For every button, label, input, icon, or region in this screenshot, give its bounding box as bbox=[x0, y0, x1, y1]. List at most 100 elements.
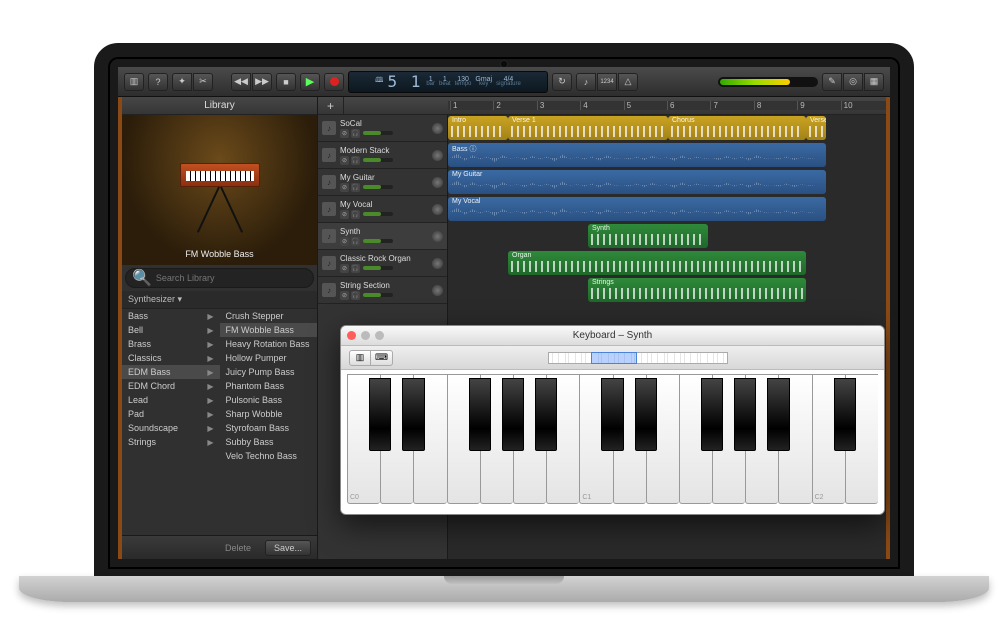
mute-button[interactable]: ⊘ bbox=[340, 210, 349, 219]
category-item[interactable]: Lead▶ bbox=[122, 393, 220, 407]
track-header[interactable]: ♪SoCal⊘🎧 bbox=[318, 115, 447, 142]
piano-keys[interactable]: C0C1C2 bbox=[347, 374, 878, 504]
solo-button[interactable]: 🎧 bbox=[351, 129, 360, 138]
black-key[interactable] bbox=[535, 378, 557, 451]
patch-item[interactable]: Hollow Pumper bbox=[220, 351, 318, 365]
volume-slider[interactable] bbox=[363, 158, 393, 162]
volume-slider[interactable] bbox=[363, 185, 393, 189]
category-item[interactable]: Bass▶ bbox=[122, 309, 220, 323]
black-key[interactable] bbox=[767, 378, 789, 451]
pan-knob[interactable] bbox=[432, 177, 443, 188]
track-header[interactable]: ♪String Section⊘🎧 bbox=[318, 277, 447, 304]
region[interactable]: Synth bbox=[588, 224, 708, 248]
mute-button[interactable]: ⊘ bbox=[340, 129, 349, 138]
cycle-button[interactable]: ↻ bbox=[552, 73, 572, 91]
region[interactable]: Strings bbox=[588, 278, 806, 302]
category-item[interactable]: Brass▶ bbox=[122, 337, 220, 351]
solo-button[interactable]: 🎧 bbox=[351, 183, 360, 192]
category-item[interactable]: Soundscape▶ bbox=[122, 421, 220, 435]
pan-knob[interactable] bbox=[432, 204, 443, 215]
patch-item[interactable]: FM Wobble Bass bbox=[220, 323, 318, 337]
pan-knob[interactable] bbox=[432, 150, 443, 161]
category-item[interactable]: EDM Chord▶ bbox=[122, 379, 220, 393]
solo-button[interactable]: 🎧 bbox=[351, 264, 360, 273]
forward-button[interactable]: ▶▶ bbox=[252, 73, 272, 91]
category-item[interactable]: Classics▶ bbox=[122, 351, 220, 365]
rewind-button[interactable]: ◀◀ bbox=[231, 73, 251, 91]
category-item[interactable]: Strings▶ bbox=[122, 435, 220, 449]
black-key[interactable] bbox=[635, 378, 657, 451]
region[interactable]: Chorus bbox=[668, 116, 806, 140]
pan-knob[interactable] bbox=[432, 285, 443, 296]
region[interactable]: My Guitar bbox=[448, 170, 826, 194]
volume-slider[interactable] bbox=[363, 266, 393, 270]
patch-item[interactable]: Phantom Bass bbox=[220, 379, 318, 393]
patch-item[interactable]: Sharp Wobble bbox=[220, 407, 318, 421]
patch-list[interactable]: Crush StepperFM Wobble BassHeavy Rotatio… bbox=[220, 309, 318, 535]
pan-knob[interactable] bbox=[432, 258, 443, 269]
solo-button[interactable]: 🎧 bbox=[351, 156, 360, 165]
add-track-button[interactable]: + bbox=[318, 97, 344, 114]
mute-button[interactable]: ⊘ bbox=[340, 183, 349, 192]
patch-item[interactable]: Subby Bass bbox=[220, 435, 318, 449]
patch-item[interactable]: Heavy Rotation Bass bbox=[220, 337, 318, 351]
patch-item[interactable]: Styrofoam Bass bbox=[220, 421, 318, 435]
editors-button[interactable]: ✂ bbox=[193, 73, 213, 91]
keyboard-overview[interactable] bbox=[548, 352, 728, 364]
zoom-icon[interactable] bbox=[375, 331, 384, 340]
black-key[interactable] bbox=[834, 378, 856, 451]
keyboard-range-selector[interactable] bbox=[591, 352, 637, 364]
stop-button[interactable]: ■ bbox=[276, 73, 296, 91]
keyboard-titlebar[interactable]: Keyboard – Synth bbox=[341, 326, 884, 346]
category-list[interactable]: Bass▶Bell▶Brass▶Classics▶EDM Bass▶EDM Ch… bbox=[122, 309, 220, 535]
volume-slider[interactable] bbox=[363, 293, 393, 297]
volume-slider[interactable] bbox=[363, 131, 393, 135]
metronome-button[interactable]: △ bbox=[618, 73, 638, 91]
category-item[interactable]: EDM Bass▶ bbox=[122, 365, 220, 379]
patch-item[interactable]: Velo Techno Bass bbox=[220, 449, 318, 463]
region[interactable]: Bass ⓘ bbox=[448, 143, 826, 167]
help-button[interactable]: ? bbox=[148, 73, 168, 91]
region[interactable]: My Vocal bbox=[448, 197, 826, 221]
loops-button[interactable]: ◎ bbox=[843, 73, 863, 91]
track-header[interactable]: ♪Synth⊘🎧 bbox=[318, 223, 447, 250]
solo-button[interactable]: 🎧 bbox=[351, 291, 360, 300]
track-header[interactable]: ♪Modern Stack⊘🎧 bbox=[318, 142, 447, 169]
save-button[interactable]: Save... bbox=[265, 540, 311, 556]
keyboard-view-icon[interactable]: ▥ bbox=[349, 350, 371, 366]
library-search[interactable]: 🔍 bbox=[125, 268, 314, 288]
track-header[interactable]: ♪My Vocal⊘🎧 bbox=[318, 196, 447, 223]
delete-button[interactable]: Delete bbox=[217, 541, 259, 555]
pan-knob[interactable] bbox=[432, 231, 443, 242]
tuner-button[interactable]: ♪ bbox=[576, 73, 596, 91]
media-button[interactable]: ▦ bbox=[864, 73, 884, 91]
solo-button[interactable]: 🎧 bbox=[351, 237, 360, 246]
black-key[interactable] bbox=[369, 378, 391, 451]
typing-view-icon[interactable]: ⌨ bbox=[371, 350, 393, 366]
controls-button[interactable]: ✦ bbox=[172, 73, 192, 91]
solo-button[interactable]: 🎧 bbox=[351, 210, 360, 219]
mute-button[interactable]: ⊘ bbox=[340, 237, 349, 246]
volume-slider[interactable] bbox=[363, 212, 393, 216]
keyboard-mode-segment[interactable]: ▥ ⌨ bbox=[349, 350, 393, 366]
region[interactable]: Intro bbox=[448, 116, 508, 140]
search-input[interactable] bbox=[156, 273, 307, 283]
lcd-display[interactable]: 🕮 5 1 1bar 1beat 130tempo Gmajkey 4/4sig… bbox=[348, 71, 548, 93]
patch-item[interactable]: Pulsonic Bass bbox=[220, 393, 318, 407]
close-icon[interactable] bbox=[347, 331, 356, 340]
region[interactable]: Verse 1 bbox=[508, 116, 668, 140]
mute-button[interactable]: ⊘ bbox=[340, 291, 349, 300]
volume-slider[interactable] bbox=[363, 239, 393, 243]
pan-knob[interactable] bbox=[432, 123, 443, 134]
play-button[interactable]: ▶ bbox=[300, 73, 320, 91]
library-breadcrumb[interactable]: Synthesizer ▾ bbox=[122, 291, 317, 309]
patch-item[interactable]: Juicy Pump Bass bbox=[220, 365, 318, 379]
black-key[interactable] bbox=[469, 378, 491, 451]
category-item[interactable]: Pad▶ bbox=[122, 407, 220, 421]
region[interactable]: Organ bbox=[508, 251, 806, 275]
track-header[interactable]: ♪Classic Rock Organ⊘🎧 bbox=[318, 250, 447, 277]
mute-button[interactable]: ⊘ bbox=[340, 156, 349, 165]
category-item[interactable]: Bell▶ bbox=[122, 323, 220, 337]
track-header[interactable]: ♪My Guitar⊘🎧 bbox=[318, 169, 447, 196]
black-key[interactable] bbox=[502, 378, 524, 451]
